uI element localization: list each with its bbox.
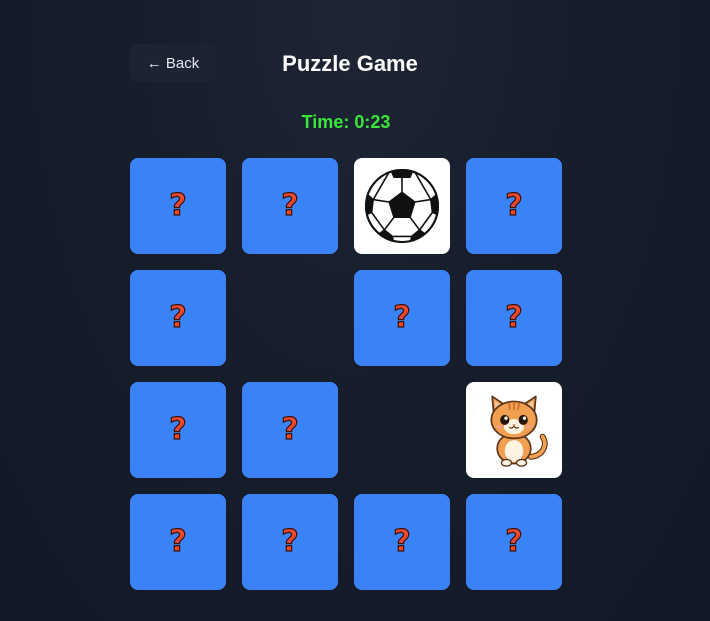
card-14[interactable]: ? — [242, 494, 338, 590]
card-11-matched — [354, 382, 450, 478]
card-10[interactable]: ? — [242, 382, 338, 478]
cat-icon — [490, 395, 548, 467]
card-8[interactable]: ? — [466, 270, 562, 366]
card-2[interactable]: ? — [242, 158, 338, 254]
card-12[interactable] — [466, 382, 562, 478]
card-grid: ? ? ? ? ? ? ? ? ? ? ? ? — [130, 158, 562, 590]
question-mark-icon: ? — [169, 412, 188, 447]
card-3[interactable] — [354, 158, 450, 254]
question-mark-icon: ? — [505, 300, 524, 335]
question-mark-icon: ? — [281, 524, 300, 559]
soccer-ball-icon — [365, 169, 439, 243]
question-mark-icon: ? — [505, 188, 524, 223]
card-5[interactable]: ? — [130, 270, 226, 366]
card-4[interactable]: ? — [466, 158, 562, 254]
timer: Time: 0:23 — [301, 112, 391, 132]
card-16[interactable]: ? — [466, 494, 562, 590]
card-9[interactable]: ? — [130, 382, 226, 478]
question-mark-icon: ? — [281, 412, 300, 447]
question-mark-icon: ? — [505, 524, 524, 559]
question-mark-icon: ? — [281, 188, 300, 223]
card-1[interactable]: ? — [130, 158, 226, 254]
back-button[interactable]: ← Back — [130, 44, 216, 82]
question-mark-icon: ? — [169, 524, 188, 559]
page-title: Puzzle Game — [282, 51, 418, 76]
question-mark-icon: ? — [393, 300, 412, 335]
question-mark-icon: ? — [393, 524, 412, 559]
card-13[interactable]: ? — [130, 494, 226, 590]
question-mark-icon: ? — [169, 300, 188, 335]
card-15[interactable]: ? — [354, 494, 450, 590]
card-6-matched — [242, 270, 338, 366]
card-7[interactable]: ? — [354, 270, 450, 366]
question-mark-icon: ? — [169, 188, 188, 223]
